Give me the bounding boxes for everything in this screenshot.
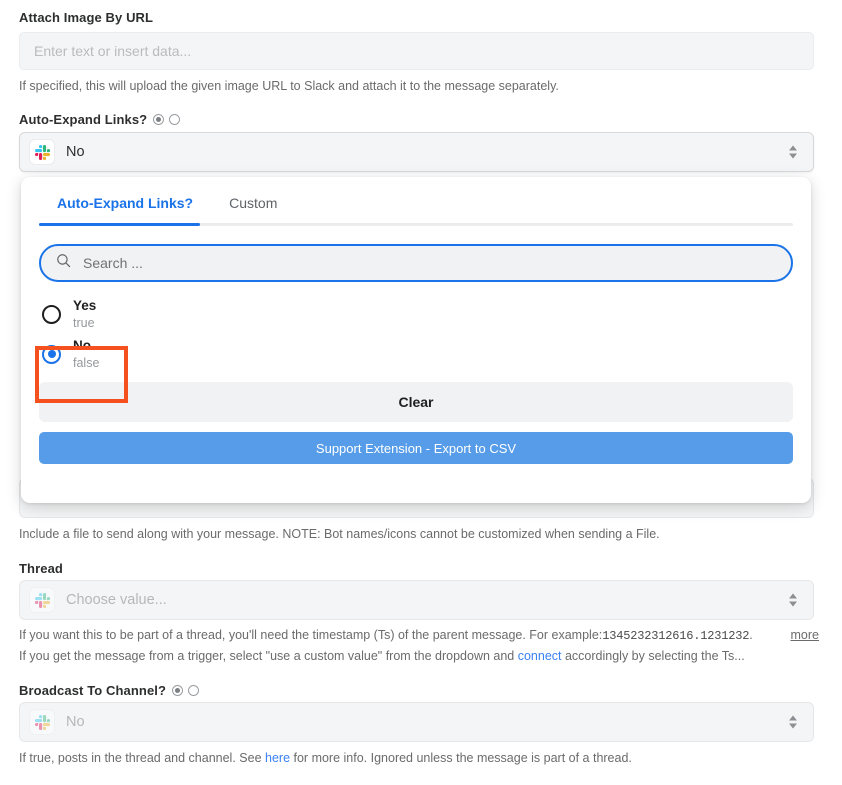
thread-connect-link[interactable]: connect	[518, 649, 562, 663]
chevron-updown-icon[interactable]	[789, 715, 797, 729]
attach-image-label: Attach Image By URL	[19, 10, 153, 25]
chevron-updown-icon[interactable]	[789, 145, 797, 159]
clear-button[interactable]: Clear	[39, 382, 793, 422]
broadcast-mode-radio-dropdown[interactable]	[172, 685, 184, 696]
radio-no-icon[interactable]	[42, 344, 61, 364]
attach-image-help: If specified, this will upload the given…	[19, 79, 559, 93]
dropdown-search-placeholder: Search ...	[83, 255, 143, 271]
broadcast-mode-radio-custom[interactable]	[188, 685, 200, 696]
export-to-csv-button[interactable]: Support Extension - Export to CSV	[39, 432, 793, 464]
radio-yes-icon[interactable]	[42, 304, 61, 324]
search-icon	[55, 252, 72, 274]
thread-help: If you want this to be part of a thread,…	[19, 626, 819, 666]
thread-timestamp-example: 1345232312616.1231232	[602, 629, 750, 643]
broadcast-select[interactable]: No	[19, 702, 814, 742]
broadcast-mode-radios[interactable]	[172, 685, 200, 696]
auto-expand-label-text: Auto-Expand Links?	[19, 112, 148, 127]
auto-expand-mode-radio-dropdown[interactable]	[153, 114, 165, 125]
auto-expand-mode-radio-custom[interactable]	[169, 114, 181, 125]
broadcast-help-a: If true, posts in the thread and channel…	[19, 751, 265, 765]
dropdown-tabs: Auto-Expand Links? Custom	[21, 177, 811, 223]
file-help-text: Include a file to send along with your m…	[19, 527, 660, 541]
dropdown-search-field[interactable]: Search ...	[39, 244, 793, 282]
thread-label: Thread	[19, 561, 63, 576]
broadcast-label-row: Broadcast To Channel?	[19, 683, 200, 698]
tab-auto-expand-links[interactable]: Auto-Expand Links?	[39, 195, 211, 223]
broadcast-selected-value: No	[66, 714, 85, 730]
dropdown-option-no[interactable]: No false	[39, 334, 793, 374]
thread-select[interactable]: Choose value...	[19, 580, 814, 620]
tab-active-indicator	[39, 223, 200, 226]
auto-expand-mode-radios[interactable]	[153, 114, 181, 125]
thread-help-line2-b: accordingly by selecting the Ts...	[561, 648, 745, 663]
dropdown-option-yes[interactable]: Yes true	[39, 294, 793, 334]
slack-icon	[29, 709, 55, 735]
broadcast-help-b: for more info. Ignored unless the messag…	[290, 751, 632, 765]
slack-icon	[29, 587, 55, 613]
auto-expand-dropdown-panel: Auto-Expand Links? Custom Search ... Yes…	[21, 177, 811, 503]
slack-icon	[29, 139, 55, 165]
attach-image-placeholder: Enter text or insert data...	[34, 43, 192, 59]
thread-help-line1-a: If you want this to be part of a thread,…	[19, 628, 603, 642]
option-no-title: No	[73, 338, 91, 354]
attach-image-label-text: Attach Image By URL	[19, 10, 154, 25]
auto-expand-select[interactable]: No	[19, 132, 814, 172]
thread-help-line2-a: If you get the message from a trigger, s…	[19, 648, 518, 663]
tab-custom[interactable]: Custom	[211, 195, 295, 223]
thread-more-link[interactable]: more	[791, 626, 819, 645]
auto-expand-label-row: Auto-Expand Links?	[19, 112, 181, 127]
broadcast-label-text: Broadcast To Channel?	[19, 683, 167, 698]
attach-image-input[interactable]: Enter text or insert data...	[19, 32, 814, 70]
thread-label-text: Thread	[19, 561, 63, 576]
option-yes-title: Yes	[73, 298, 97, 314]
broadcast-help: If true, posts in the thread and channel…	[19, 749, 819, 768]
thread-help-line1-b: .	[749, 628, 753, 642]
thread-placeholder: Choose value...	[66, 592, 167, 608]
option-yes-subtitle: true	[73, 315, 95, 330]
chevron-updown-icon[interactable]	[789, 593, 797, 607]
option-no-subtitle: false	[73, 355, 100, 370]
dropdown-options-list: Yes true No false	[21, 282, 811, 374]
tab-underline-track	[39, 223, 793, 226]
slack-action-settings-form: Attach Image By URL Enter text or insert…	[0, 0, 842, 785]
auto-expand-selected-value: No	[66, 144, 85, 160]
broadcast-here-link[interactable]: here	[265, 751, 290, 765]
